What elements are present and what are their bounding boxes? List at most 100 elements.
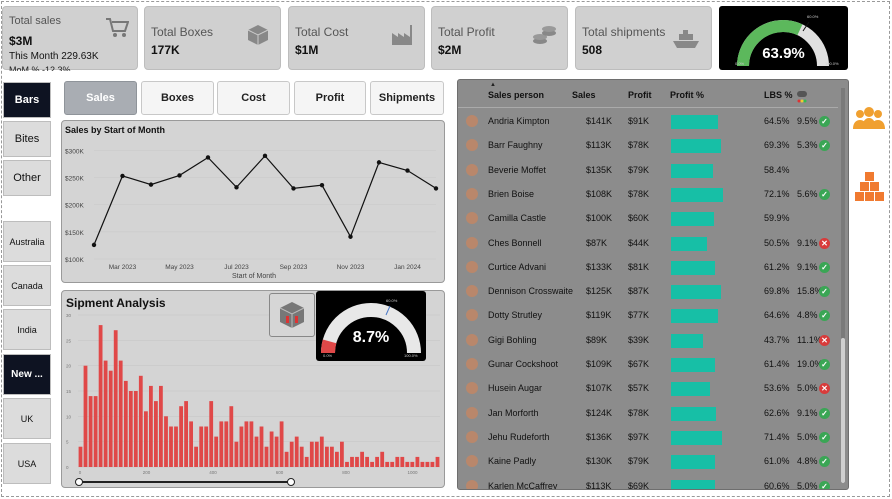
histogram-bar <box>154 401 158 467</box>
col-lbs-pct[interactable]: LBS % <box>764 90 793 100</box>
table-row[interactable]: Camilla Castle $100K $60K 59.9% <box>458 207 838 231</box>
profit-pct-bar <box>671 139 721 154</box>
histogram-bar <box>370 461 374 467</box>
histogram-bar <box>174 426 178 467</box>
x-tick-label: Mar 2023 <box>109 264 137 271</box>
kpi-value: 177K <box>151 43 180 57</box>
data-point <box>177 173 182 178</box>
cell-profit: $78K <box>628 140 650 151</box>
table-row[interactable]: Barr Faughny $113K $78K 69.3% 5.3% ✓ <box>458 134 838 158</box>
histogram-bar <box>314 441 319 467</box>
col-profit-pct[interactable]: Profit % <box>670 90 704 100</box>
table-row[interactable]: Andria Kimpton $141K $91K 64.5% 9.5% ✓ <box>458 110 838 134</box>
kpi-total-profit[interactable]: Total Profit $2M <box>431 6 568 70</box>
data-point <box>91 242 97 248</box>
tab-sales[interactable]: Sales <box>64 81 137 115</box>
col-sales-person[interactable]: Sales person <box>488 90 544 100</box>
sales-person-table: ▲ Sales person Sales Profit Profit % LBS… <box>457 79 849 490</box>
kpi-total-sales[interactable]: Total sales $3M This Month 229.63K MoM %… <box>2 6 138 71</box>
table-row[interactable]: Dennison Crosswaite $125K $87K 69.8% 15.8% ✓ <box>458 280 838 304</box>
people-icon[interactable] <box>852 107 886 136</box>
cell-lbs-pct: 5.0% <box>797 383 818 394</box>
cell-profit: $67K <box>628 359 650 369</box>
histogram-bar <box>355 456 359 467</box>
histogram-bar <box>113 330 118 467</box>
table-row[interactable]: Gigi Bohling $89K $39K 43.7% 11.1% ✕ <box>458 329 838 353</box>
table-header: ▲ Sales person Sales Profit Profit % LBS… <box>458 80 838 108</box>
slider-handle-right[interactable] <box>287 478 295 486</box>
filter-australia[interactable]: Australia <box>3 221 51 262</box>
kpi-total-cost[interactable]: Total Cost $1M <box>288 6 425 70</box>
cell-lbs-pct: 9.1% <box>797 407 818 418</box>
cell-lbs-pct: 4.8% <box>797 456 818 467</box>
histogram-bar <box>380 451 385 467</box>
avatar <box>466 187 478 200</box>
filter-india[interactable]: India <box>3 309 51 350</box>
range-slider[interactable] <box>75 478 295 486</box>
table-scrollbar[interactable] <box>841 88 845 483</box>
histogram-bar <box>335 451 339 467</box>
histogram-bar <box>189 421 193 467</box>
histogram-bar <box>144 411 148 467</box>
sales-line-chart: $100K $150K $200K $250K $300K Mar 2023 May 202… <box>65 148 439 271</box>
kpi-value: $2M <box>438 43 462 57</box>
cell-profit-pct: 69.8% <box>764 286 790 297</box>
col-sales[interactable]: Sales <box>572 90 596 100</box>
cell-sales: $130K <box>586 456 613 467</box>
cell-name: Gigi Bohling <box>488 334 537 345</box>
table-row[interactable]: Curtice Advani $133K $81K 61.2% 9.1% ✓ <box>458 256 838 280</box>
avatar <box>466 358 478 370</box>
tab-shipments[interactable]: Shipments <box>370 81 444 115</box>
tab-profit[interactable]: Profit <box>294 81 366 115</box>
table-row[interactable]: Karlen McCaffrey $113K $69K 60.6% 5.0% ✓ <box>458 475 838 489</box>
cell-sales: $87K <box>586 237 608 248</box>
tab-cost[interactable]: Cost <box>217 81 290 115</box>
kpi-total-boxes[interactable]: Total Boxes 177K <box>144 6 281 70</box>
cell-profit-pct: 59.9% <box>764 213 790 224</box>
filter-uk[interactable]: UK <box>3 398 51 439</box>
cell-profit: $78K <box>628 188 650 199</box>
histogram-bar <box>83 365 88 467</box>
scrollbar-thumb[interactable] <box>841 338 845 483</box>
profit-pct-bar <box>671 358 716 372</box>
check-icon: ✓ <box>819 140 830 152</box>
slider-handle-left[interactable] <box>75 478 83 486</box>
filter-canada[interactable]: Canada <box>3 265 51 306</box>
filter-usa[interactable]: USA <box>3 443 51 484</box>
cell-name: Curtice Advani <box>488 261 547 272</box>
table-row[interactable]: Dotty Strutley $119K $77K 64.6% 4.8% ✓ <box>458 304 838 328</box>
tab-boxes[interactable]: Boxes <box>141 81 214 115</box>
sales-line-chart-panel: Sales by Start of Month $100K $150K $200K $… <box>61 120 445 283</box>
table-row[interactable]: Ches Bonnell $87K $44K 50.5% 9.1% ✕ <box>458 232 838 256</box>
histogram-bar <box>209 401 214 467</box>
table-row[interactable]: Husein Augar $107K $57K 53.6% 5.0% ✕ <box>458 377 838 401</box>
filter-bars[interactable]: Bars <box>3 82 51 118</box>
histogram-bar <box>420 461 425 467</box>
cell-sales: $124K <box>586 407 613 418</box>
table-row[interactable]: Kaine Padly $130K $79K 61.0% 4.8% ✓ <box>458 450 838 474</box>
table-row[interactable]: Brien Boise $108K $78K 72.1% 5.6% ✓ <box>458 183 838 207</box>
col-profit[interactable]: Profit <box>628 90 652 100</box>
table-row[interactable]: Gunar Cockshoot $109K $67K 61.4% 19.0% ✓ <box>458 353 838 377</box>
profit-pct-bar <box>671 285 722 300</box>
filter-new-zealand[interactable]: New ... <box>3 354 51 395</box>
filter-other[interactable]: Other <box>3 160 51 196</box>
box-icon-button[interactable] <box>269 293 315 337</box>
histogram-bar <box>274 436 279 467</box>
profit-pct-bar <box>671 333 703 348</box>
table-row[interactable]: Beverie Moffet $135K $79K 58.4% <box>458 159 838 183</box>
table-row[interactable]: Jehu Rudeforth $136K $97K 71.4% 5.0% ✓ <box>458 426 838 450</box>
histogram-bar <box>405 461 410 467</box>
table-row[interactable]: Jan Morforth $124K $78K 62.6% 9.1% ✓ <box>458 402 838 426</box>
cell-profit-pct: 61.2% <box>764 261 790 272</box>
cell-profit-pct: 64.6% <box>764 310 790 321</box>
histogram-bar <box>214 436 219 467</box>
gauge-target-label: 60.0% <box>386 298 398 303</box>
filter-bites[interactable]: Bites <box>3 121 51 157</box>
histogram-bar <box>390 461 395 467</box>
cell-sales: $113K <box>586 140 612 151</box>
kpi-total-shipments[interactable]: Total shipments 508 <box>575 6 712 70</box>
boxes-stack-icon[interactable] <box>855 170 885 207</box>
cell-profit-pct: 61.0% <box>764 456 790 467</box>
box-icon <box>246 23 270 52</box>
